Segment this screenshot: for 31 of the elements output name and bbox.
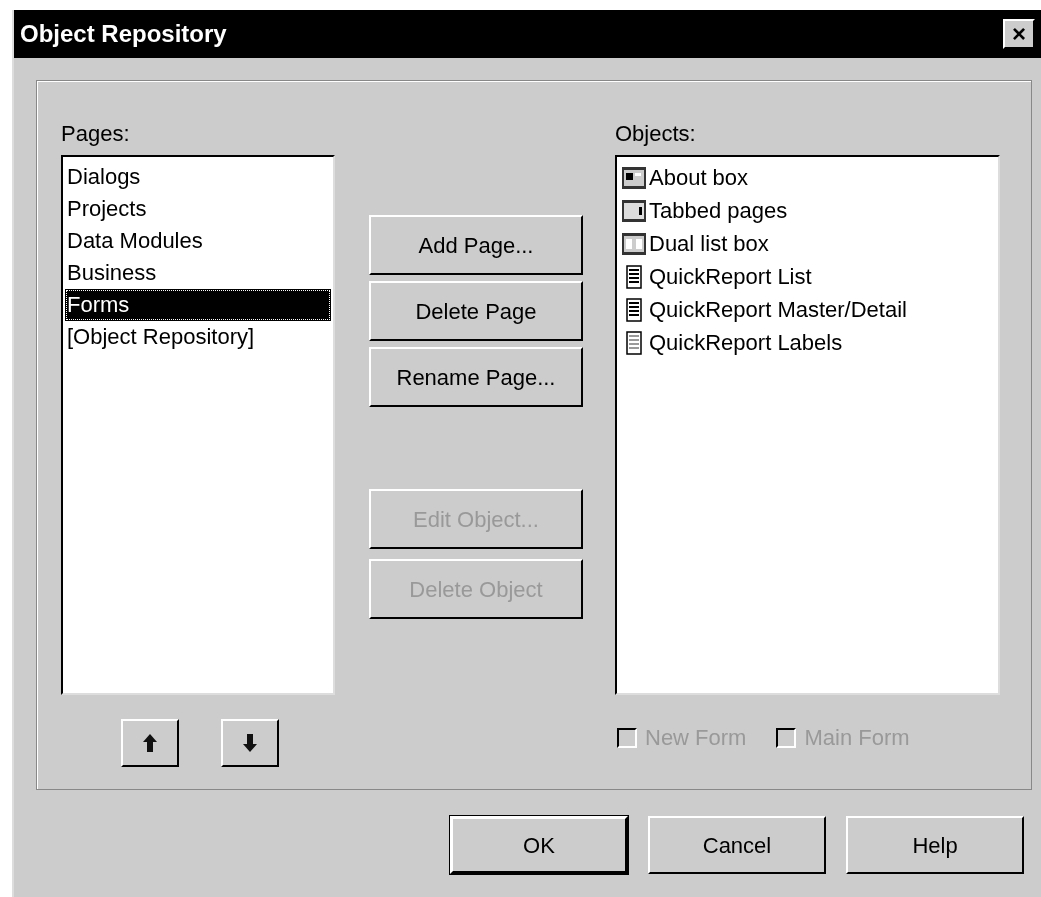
pages-label: Pages: [61,120,131,147]
move-down-button[interactable] [221,719,279,767]
dialog-button[interactable]: Rename Page... [369,347,583,407]
close-button[interactable]: × [1003,19,1035,49]
dialog-button[interactable]: OK [450,816,628,874]
dialog-button[interactable]: Help [846,816,1024,874]
list-item[interactable]: QuickReport List [649,260,812,293]
dialog-button[interactable]: Add Page... [369,215,583,275]
list-item[interactable]: Data Modules [65,225,331,257]
pages-list[interactable]: Dialogs Projects Data Modules Business Forms [Object Repository] [61,155,335,695]
list-item[interactable]: Projects [65,193,331,225]
list-item[interactable]: QuickReport Master/Detail [649,293,907,326]
form-icon [621,231,647,256]
dialog-button[interactable]: Cancel [648,816,826,874]
list-item[interactable]: Dual list box [649,227,769,260]
list-item[interactable]: About box [649,161,749,194]
list-item[interactable]: [Object Repository] [65,321,331,353]
objects-label: Objects: [615,120,697,147]
arrow-down-icon [242,733,258,753]
form-icon [621,165,647,190]
form-icon [621,198,647,223]
move-up-button[interactable] [121,719,179,767]
objects-list[interactable]: About box Tabbed pages Dual list box QuickReport List QuickReport Master/Detail QuickReport Labels [615,155,1000,695]
list-item[interactable]: Business [65,257,331,289]
list-item[interactable]: Forms [65,289,331,321]
list-item[interactable]: QuickReport Labels [649,326,843,359]
list-item[interactable]: Tabbed pages [649,194,788,227]
dialog-button[interactable]: Delete Page [369,281,583,341]
list-item[interactable]: Dialogs [65,161,331,193]
arrow-up-icon [142,733,158,753]
window-title: Object Repository [20,19,227,49]
